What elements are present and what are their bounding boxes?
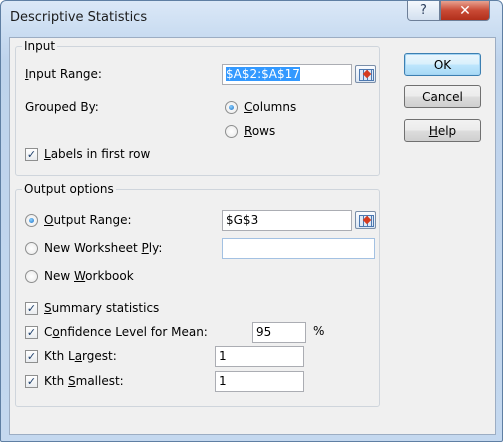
kth-smallest-label[interactable]: Kth Smallest: [44, 374, 124, 388]
close-icon: ✕ [459, 2, 471, 19]
grouped-by-label: Grouped By: [25, 100, 99, 114]
cancel-button-label: Cancel [422, 89, 463, 104]
kth-largest-checkbox[interactable]: ✓ [25, 350, 38, 363]
question-icon: ? [420, 3, 427, 18]
rows-label[interactable]: Rows [244, 124, 275, 138]
input-range-label: Input Range: [25, 67, 102, 81]
columns-label[interactable]: Columns [244, 100, 296, 114]
output-range-label[interactable]: Output Range: [44, 213, 132, 227]
confidence-level-field[interactable]: 95 [252, 322, 306, 343]
dialog-title: Descriptive Statistics [10, 10, 148, 25]
kth-largest-field[interactable]: 1 [215, 346, 304, 367]
rows-radio[interactable] [225, 125, 238, 138]
input-range-field[interactable]: $A$2:$A$17 [222, 64, 352, 85]
output-range-field[interactable]: $G$3 [222, 210, 352, 231]
ok-button[interactable]: OK [404, 53, 481, 76]
summary-statistics-label[interactable]: Summary statistics [44, 301, 159, 315]
ok-button-label: OK [433, 57, 452, 72]
confidence-level-label[interactable]: Confidence Level for Mean: [44, 325, 208, 339]
kth-largest-label[interactable]: Kth Largest: [44, 349, 117, 363]
title-bar[interactable]: Descriptive Statistics ? ✕ [1, 1, 502, 35]
cancel-button[interactable]: Cancel [404, 85, 481, 108]
output-options-title: Output options [22, 182, 116, 196]
dialog-window: Descriptive Statistics ? ✕ Input Input R… [0, 0, 503, 442]
percent-label: % [313, 324, 325, 338]
kth-smallest-field[interactable]: 1 [215, 371, 304, 392]
input-range-collapse-button[interactable] [355, 65, 376, 83]
output-range-collapse-button[interactable] [355, 211, 376, 229]
help-button[interactable]: Help [404, 119, 481, 142]
output-range-radio[interactable] [25, 214, 38, 227]
input-group: Input Input Range: $A$2:$A$17 Grouped By… [15, 39, 380, 176]
labels-first-row-label[interactable]: Labels in first row [44, 147, 150, 161]
new-worksheet-ply-radio[interactable] [25, 242, 38, 255]
new-workbook-radio[interactable] [25, 270, 38, 283]
new-workbook-label[interactable]: New Workbook [44, 269, 134, 283]
new-worksheet-ply-label[interactable]: New Worksheet Ply: [44, 241, 162, 255]
summary-statistics-checkbox[interactable]: ✓ [25, 302, 38, 315]
dialog-body: Input Input Range: $A$2:$A$17 Grouped By… [9, 37, 496, 435]
kth-smallest-checkbox[interactable]: ✓ [25, 375, 38, 388]
input-group-title: Input [22, 39, 58, 53]
help-button-label: Help [428, 123, 457, 138]
labels-first-row-checkbox[interactable]: ✓ [25, 148, 38, 161]
new-worksheet-ply-field[interactable] [222, 238, 375, 259]
help-question-button[interactable]: ? [407, 1, 440, 21]
close-button[interactable]: ✕ [440, 1, 490, 21]
columns-radio[interactable] [225, 101, 238, 114]
output-options-group: Output options Output Range: $G$3 New Wo… [15, 182, 380, 407]
confidence-level-checkbox[interactable]: ✓ [25, 326, 38, 339]
input-range-value: $A$2:$A$17 [226, 67, 300, 81]
